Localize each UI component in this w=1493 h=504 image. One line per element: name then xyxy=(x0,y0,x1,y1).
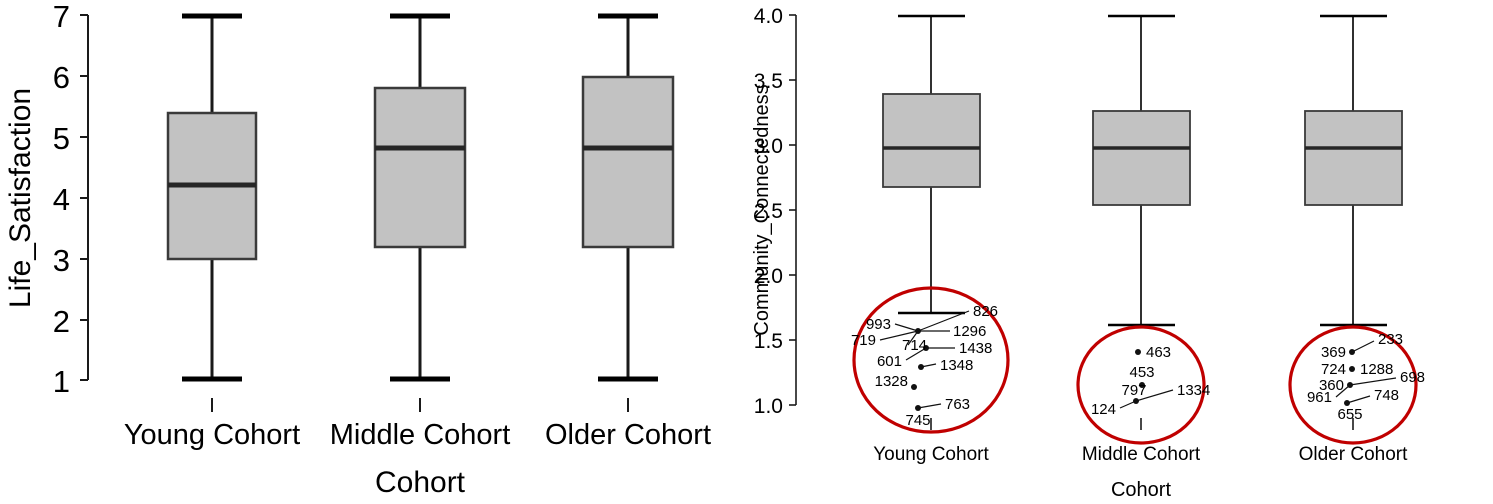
box-rect xyxy=(1092,110,1191,206)
outlier-label: 745 xyxy=(905,412,930,429)
outlier-label: 233 xyxy=(1378,331,1403,348)
outlier-label: 724 xyxy=(1321,361,1346,378)
outlier-label: 1328 xyxy=(875,373,908,390)
outlier-label: 655 xyxy=(1337,406,1362,423)
outlier-label: 1334 xyxy=(1177,382,1210,399)
y-tick-label: 4.0 xyxy=(754,5,783,28)
outlier-label: 763 xyxy=(945,396,970,413)
outlier-label: 993 xyxy=(866,316,891,333)
outlier-label: 961 xyxy=(1307,389,1332,406)
community-connectedness-plot: 4.0 3.5 3.0 2.5 2.0 1.5 1.0 Community_Co… xyxy=(751,5,1425,501)
y-tick-label: 5 xyxy=(53,121,70,156)
outlier-label: 826 xyxy=(973,303,998,320)
y-tick-label: 7 xyxy=(53,0,70,34)
panel-life-satisfaction: 7 6 5 4 3 2 1 Life_Satisfaction Young Co… xyxy=(0,0,750,504)
y-axis-title: Life_Satisfaction xyxy=(4,88,37,308)
category-label-young: Young Cohort xyxy=(124,419,300,451)
category-label-older: Older Cohort xyxy=(1299,444,1408,465)
y-axis-title: Community_Connectedness xyxy=(751,84,773,335)
life-satisfaction-plot: 7 6 5 4 3 2 1 Life_Satisfaction Young Co… xyxy=(4,0,711,499)
outlier-label: 463 xyxy=(1146,344,1171,361)
outlier-label: 1348 xyxy=(940,357,973,374)
outlier-label: 714 xyxy=(902,337,927,354)
category-label-young: Young Cohort xyxy=(873,444,989,465)
category-label-middle: Middle Cohort xyxy=(1082,444,1201,465)
outlier-label: 1438 xyxy=(959,340,992,357)
box-rect xyxy=(882,93,981,188)
y-tick-label: 2 xyxy=(53,304,70,339)
y-tick-label: 6 xyxy=(53,60,70,95)
box-rect xyxy=(1304,110,1403,206)
y-axis-ticks xyxy=(789,14,796,406)
outlier-label: 719 xyxy=(851,332,876,349)
outlier-label: 698 xyxy=(1400,369,1425,386)
outlier-label: 453 xyxy=(1129,364,1154,381)
y-tick-label: 3 xyxy=(53,243,70,278)
figure-root: 7 6 5 4 3 2 1 Life_Satisfaction Young Co… xyxy=(0,0,1493,504)
panel-community-connectedness: 4.0 3.5 3.0 2.5 2.0 1.5 1.0 Community_Co… xyxy=(750,0,1493,504)
y-tick-label: 1 xyxy=(53,364,70,399)
y-tick-label: 1.0 xyxy=(754,395,783,418)
outlier-label: 1288 xyxy=(1360,361,1393,378)
y-tick-label: 4 xyxy=(53,182,70,217)
category-label-older: Older Cohort xyxy=(545,419,711,451)
boxplot-young-cohort xyxy=(166,13,258,412)
outlier-label: 748 xyxy=(1374,387,1399,404)
outlier-label: 1296 xyxy=(953,323,986,340)
box-rect xyxy=(581,75,675,249)
outlier-label: 797 xyxy=(1121,382,1146,399)
outlier-label: 601 xyxy=(877,353,902,370)
category-label-middle: Middle Cohort xyxy=(330,419,511,451)
x-axis-title: Cohort xyxy=(1111,479,1171,501)
box-rect xyxy=(373,86,467,249)
boxplot-older-cohort xyxy=(581,13,675,412)
outlier-label: 369 xyxy=(1321,344,1346,361)
outlier-label: 124 xyxy=(1091,401,1116,418)
boxplot-middle-cohort xyxy=(373,13,467,412)
y-axis-ticks xyxy=(80,14,88,381)
x-axis-title: Cohort xyxy=(375,466,466,499)
